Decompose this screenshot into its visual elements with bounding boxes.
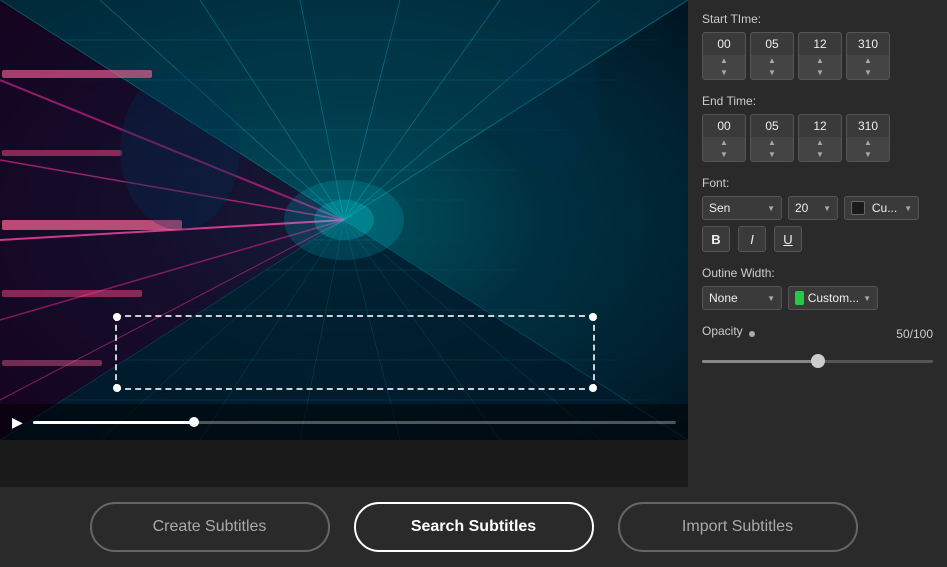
subtitle-handle-br[interactable] <box>589 384 597 392</box>
create-subtitles-button[interactable]: Create Subtitles <box>90 502 330 552</box>
video-panel: ▶ <box>0 0 688 440</box>
opacity-thumb[interactable] <box>811 354 825 368</box>
start-time-inputs: ▲ ▼ ▲ ▼ ▲ ▼ <box>702 32 933 80</box>
start-minutes[interactable]: ▲ ▼ <box>750 32 794 80</box>
outline-none-chevron: ▼ <box>767 294 775 303</box>
progress-bar[interactable] <box>33 421 676 424</box>
start-time-label: Start TIme: <box>702 12 933 26</box>
start-ms-up[interactable]: ▲ <box>847 55 889 67</box>
font-group: Font: Sen ▼ 20 ▼ Cu... ▼ B I U <box>702 176 933 252</box>
start-milliseconds[interactable]: ▲ ▼ <box>846 32 890 80</box>
outline-row: None ▼ Custom... ▼ <box>702 286 933 310</box>
outline-custom-value: Custom... <box>808 291 859 305</box>
font-color-swatch <box>851 201 865 215</box>
start-minutes-down[interactable]: ▼ <box>751 67 793 79</box>
font-name-chevron: ▼ <box>767 204 775 213</box>
italic-button[interactable]: I <box>738 226 766 252</box>
outline-none-value: None <box>709 291 738 305</box>
font-color-label: Cu... <box>872 201 897 215</box>
end-hours[interactable]: ▲ ▼ <box>702 114 746 162</box>
end-time-inputs: ▲ ▼ ▲ ▼ ▲ ▼ <box>702 114 933 162</box>
subtitle-handle-tr[interactable] <box>589 313 597 321</box>
import-subtitles-button[interactable]: Import Subtitles <box>618 502 858 552</box>
end-minutes-down[interactable]: ▼ <box>751 149 793 161</box>
progress-fill <box>33 421 194 424</box>
font-color-select[interactable]: Cu... ▼ <box>844 196 919 220</box>
end-ms-input[interactable] <box>847 115 889 137</box>
search-subtitles-button[interactable]: Search Subtitles <box>354 502 594 552</box>
start-seconds[interactable]: ▲ ▼ <box>798 32 842 80</box>
subtitle-handle-tl[interactable] <box>113 313 121 321</box>
outline-custom-chevron: ▼ <box>863 294 871 303</box>
main-area: ▶ Start TIme: ▲ ▼ <box>0 0 947 487</box>
opacity-label: Opacity <box>702 324 743 338</box>
font-color-chevron: ▼ <box>904 204 912 213</box>
start-time-group: Start TIme: ▲ ▼ ▲ ▼ <box>702 12 933 80</box>
end-minutes-up[interactable]: ▲ <box>751 137 793 149</box>
right-panel: Start TIme: ▲ ▼ ▲ ▼ <box>688 0 947 487</box>
font-size-select[interactable]: 20 ▼ <box>788 196 838 220</box>
opacity-label-row: Opacity 50/100 <box>702 324 933 344</box>
start-hours[interactable]: ▲ ▼ <box>702 32 746 80</box>
end-ms-down[interactable]: ▼ <box>847 149 889 161</box>
opacity-track[interactable] <box>702 360 933 363</box>
start-minutes-input[interactable] <box>751 33 793 55</box>
play-button[interactable]: ▶ <box>12 414 23 431</box>
font-size-chevron: ▼ <box>823 204 831 213</box>
bold-button[interactable]: B <box>702 226 730 252</box>
video-controls: ▶ <box>0 404 688 440</box>
end-ms-up[interactable]: ▲ <box>847 137 889 149</box>
start-seconds-down[interactable]: ▼ <box>799 67 841 79</box>
start-seconds-up[interactable]: ▲ <box>799 55 841 67</box>
subtitle-selection-box[interactable] <box>115 315 595 390</box>
end-seconds-input[interactable] <box>799 115 841 137</box>
progress-dot <box>189 417 199 427</box>
start-ms-input[interactable] <box>847 33 889 55</box>
end-time-label: End Time: <box>702 94 933 108</box>
outline-custom-select[interactable]: Custom... ▼ <box>788 286 878 310</box>
bottom-bar: Create Subtitles Search Subtitles Import… <box>0 487 947 567</box>
opacity-fill <box>702 360 818 363</box>
font-name-value: Sen <box>709 201 730 215</box>
outline-none-select[interactable]: None ▼ <box>702 286 782 310</box>
end-milliseconds[interactable]: ▲ ▼ <box>846 114 890 162</box>
end-minutes[interactable]: ▲ ▼ <box>750 114 794 162</box>
end-seconds-down[interactable]: ▼ <box>799 149 841 161</box>
font-row: Sen ▼ 20 ▼ Cu... ▼ <box>702 196 933 220</box>
end-time-group: End Time: ▲ ▼ ▲ ▼ <box>702 94 933 162</box>
start-ms-down[interactable]: ▼ <box>847 67 889 79</box>
subtitle-handle-bl[interactable] <box>113 384 121 392</box>
start-hours-up[interactable]: ▲ <box>703 55 745 67</box>
opacity-dot <box>749 331 755 337</box>
end-seconds[interactable]: ▲ ▼ <box>798 114 842 162</box>
end-hours-input[interactable] <box>703 115 745 137</box>
end-hours-up[interactable]: ▲ <box>703 137 745 149</box>
font-name-select[interactable]: Sen ▼ <box>702 196 782 220</box>
end-seconds-up[interactable]: ▲ <box>799 137 841 149</box>
font-label: Font: <box>702 176 933 190</box>
start-seconds-input[interactable] <box>799 33 841 55</box>
format-row: B I U <box>702 226 933 252</box>
outline-group: Outine Width: None ▼ Custom... ▼ <box>702 266 933 310</box>
outline-label: Outine Width: <box>702 266 933 280</box>
opacity-section: Opacity 50/100 <box>702 324 933 370</box>
start-minutes-up[interactable]: ▲ <box>751 55 793 67</box>
end-minutes-input[interactable] <box>751 115 793 137</box>
end-hours-down[interactable]: ▼ <box>703 149 745 161</box>
underline-button[interactable]: U <box>774 226 802 252</box>
opacity-value: 50/100 <box>896 327 933 341</box>
opacity-slider-wrap <box>702 352 933 370</box>
start-hours-input[interactable] <box>703 33 745 55</box>
outline-color-swatch <box>795 291 804 305</box>
start-hours-down[interactable]: ▼ <box>703 67 745 79</box>
font-size-value: 20 <box>795 201 808 215</box>
